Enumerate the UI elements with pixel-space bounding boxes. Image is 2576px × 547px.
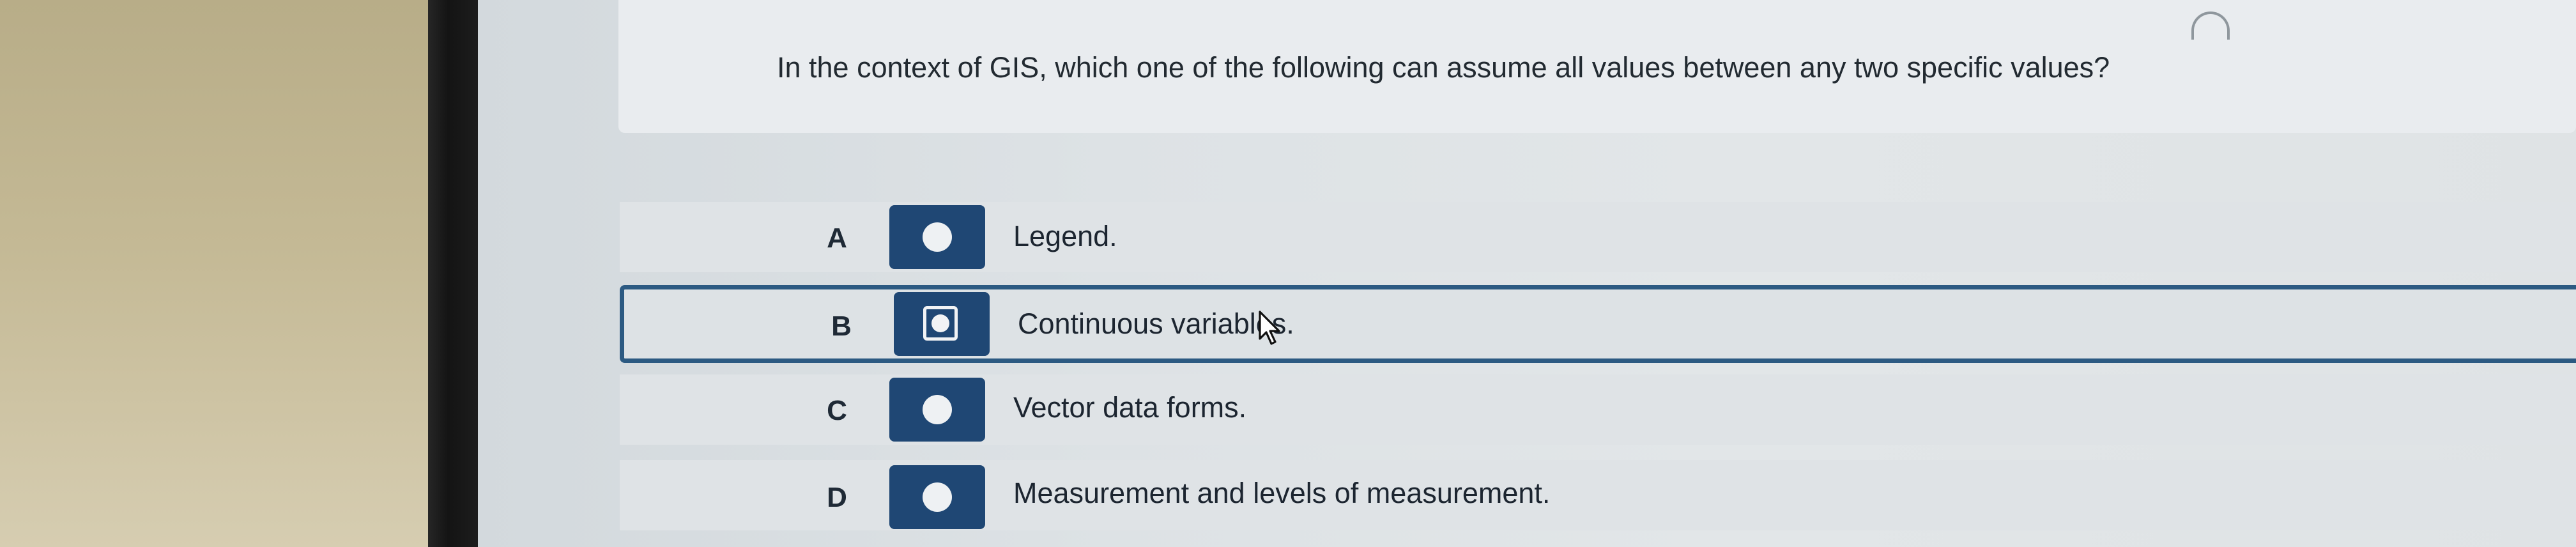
monitor-bezel	[428, 0, 478, 547]
answer-option-b[interactable]: B Continuous variables.	[620, 285, 2576, 363]
answer-option-d[interactable]: D Measurement and levels of measurement.	[620, 460, 2576, 530]
question-panel: In the context of GIS, which one of the …	[618, 0, 2576, 133]
mouse-pointer-icon	[1259, 311, 1280, 345]
radio-dot-icon	[923, 482, 952, 512]
radio-button-b[interactable]	[894, 292, 990, 356]
option-text: Measurement and levels of measurement.	[1013, 477, 1551, 509]
radio-selected-icon	[923, 306, 958, 341]
question-text: In the context of GIS, which one of the …	[777, 51, 2110, 84]
answer-option-c[interactable]: C Vector data forms.	[620, 374, 2576, 445]
background-wall	[0, 0, 428, 547]
photo-frame: In the context of GIS, which one of the …	[0, 0, 2576, 547]
option-letter: D	[827, 482, 847, 513]
radio-button-a[interactable]	[889, 205, 985, 269]
option-text: Continuous variables.	[1018, 307, 1294, 340]
radio-button-d[interactable]	[889, 465, 985, 529]
option-letter: C	[827, 395, 847, 426]
radio-button-c[interactable]	[889, 378, 985, 442]
radio-dot-icon	[923, 222, 952, 252]
option-letter: A	[827, 222, 847, 254]
option-text: Vector data forms.	[1013, 391, 1247, 424]
loading-arc-icon	[2191, 12, 2230, 40]
quiz-screen: In the context of GIS, which one of the …	[478, 0, 2576, 547]
radio-dot-icon	[923, 395, 952, 424]
answer-option-a[interactable]: A Legend.	[620, 202, 2576, 272]
option-letter: B	[831, 311, 852, 342]
option-text: Legend.	[1013, 220, 1117, 252]
